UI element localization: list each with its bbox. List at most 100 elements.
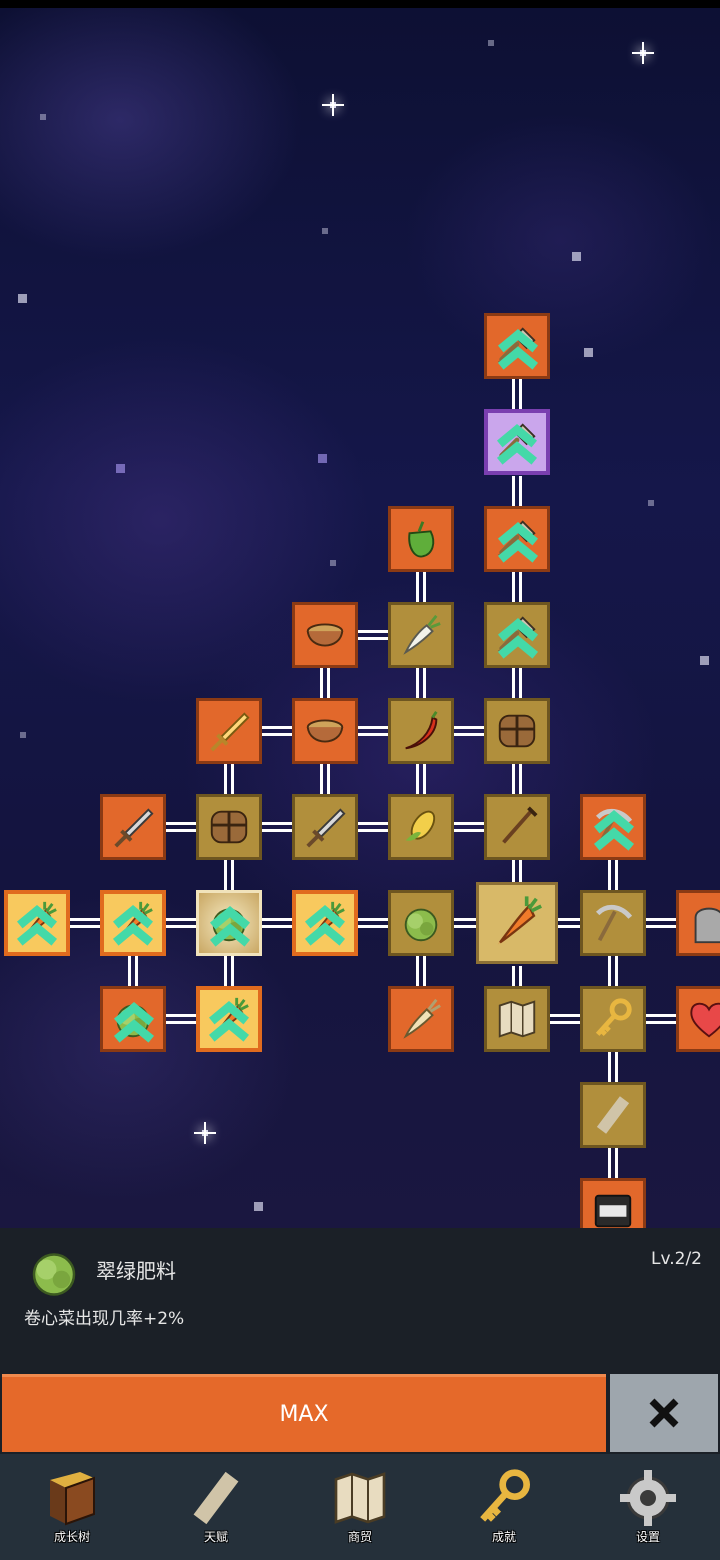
connector — [608, 1148, 618, 1182]
skill-node-cabbage[interactable] — [388, 890, 454, 956]
skill-node-shovel[interactable] — [484, 313, 550, 379]
max-label: MAX — [279, 1402, 329, 1427]
close-button[interactable] — [610, 1374, 718, 1452]
skill-node-golden-sword[interactable] — [196, 698, 262, 764]
skill-node-shovel[interactable] — [484, 506, 550, 572]
star — [572, 252, 581, 261]
connector — [512, 764, 522, 796]
cabbage-icon — [24, 1242, 84, 1302]
max-button[interactable]: MAX — [2, 1374, 606, 1452]
skill-node-shovel[interactable] — [484, 602, 550, 668]
skill-node-rake[interactable] — [484, 794, 550, 860]
star — [20, 732, 26, 738]
nav-label: 成长树 — [53, 1530, 90, 1544]
skill-node-sword[interactable] — [100, 794, 166, 860]
connector — [224, 764, 234, 796]
star — [330, 560, 336, 566]
skill-node-carrot[interactable] — [292, 890, 358, 956]
connector — [68, 918, 102, 928]
connector — [512, 668, 522, 700]
connector — [356, 630, 390, 640]
skill-node-carrot-root[interactable] — [476, 882, 558, 964]
skill-node-carrot[interactable] — [100, 890, 166, 956]
connector — [644, 918, 680, 928]
scroll-icon — [184, 1464, 248, 1532]
skill-node-carrot[interactable] — [4, 890, 70, 956]
skill-node-chest[interactable] — [196, 794, 262, 860]
upgrade-arrow-icon — [495, 326, 541, 372]
upgrade-arrow-icon — [206, 998, 252, 1044]
star — [18, 294, 27, 303]
skill-node-cabbage-selected[interactable] — [196, 890, 262, 956]
chest-icon — [206, 804, 252, 850]
wooden-bowl-icon — [302, 612, 348, 658]
connector — [320, 764, 330, 796]
skill-node-daikon-radish[interactable] — [388, 602, 454, 668]
daikon-radish-icon — [398, 612, 444, 658]
sword-icon — [302, 804, 348, 850]
nav-label: 商贸 — [347, 1530, 372, 1544]
connector — [260, 918, 294, 928]
skill-node-carrot[interactable] — [196, 986, 262, 1052]
close-icon — [649, 1398, 679, 1428]
skill-node-bell-pepper[interactable] — [388, 506, 454, 572]
skill-description: 卷心菜出现几率+2% — [24, 1309, 185, 1329]
key-icon — [590, 996, 636, 1042]
skill-node-shovel[interactable] — [484, 409, 550, 475]
star — [194, 1122, 216, 1144]
connector — [260, 822, 294, 832]
connector — [608, 1052, 618, 1086]
nav-trade[interactable]: 商贸 — [300, 1454, 420, 1560]
skill-node-tombstone[interactable] — [676, 890, 720, 956]
connector — [644, 1014, 680, 1024]
nav-achievements[interactable]: 成就 — [444, 1454, 564, 1560]
connector — [416, 668, 426, 700]
nav-settings[interactable]: 设置 — [588, 1454, 708, 1560]
status-bar — [0, 0, 720, 8]
gear-icon — [616, 1464, 680, 1532]
skill-node-pickaxe[interactable] — [580, 890, 646, 956]
upgrade-arrow-icon — [14, 902, 60, 948]
nav-talent[interactable]: 天赋 — [156, 1454, 276, 1560]
connector — [416, 572, 426, 604]
skill-node-sword[interactable] — [292, 794, 358, 860]
star — [40, 114, 46, 120]
skill-node-wooden-bowl[interactable] — [292, 602, 358, 668]
skill-node-golden-key[interactable] — [580, 986, 646, 1052]
skill-node-corn[interactable] — [388, 794, 454, 860]
skill-node-chest[interactable] — [484, 698, 550, 764]
connector — [320, 668, 330, 700]
star — [632, 42, 654, 64]
upgrade-arrow-icon — [302, 902, 348, 948]
skill-node-scroll[interactable] — [580, 1082, 646, 1148]
connector — [164, 1014, 198, 1024]
skill-node-chili-pepper[interactable] — [388, 698, 454, 764]
upgrade-arrow-icon — [495, 615, 541, 661]
skill-node-parsnip[interactable] — [388, 986, 454, 1052]
upgrade-arrow-icon — [207, 903, 253, 949]
connector — [452, 726, 486, 736]
skill-node-map[interactable] — [484, 986, 550, 1052]
connector — [416, 764, 426, 796]
connector — [512, 476, 522, 507]
connector — [128, 956, 138, 990]
star — [322, 94, 344, 116]
skill-node-heart[interactable] — [676, 986, 720, 1052]
connector — [608, 956, 618, 990]
upgrade-arrow-icon — [494, 421, 540, 467]
carrot-icon — [488, 894, 546, 952]
upgrade-arrow-icon — [111, 999, 157, 1045]
bottom-nav: 成长树 天赋 商贸 成就 设置 — [0, 1454, 720, 1560]
connector — [164, 918, 198, 928]
sword-icon — [110, 804, 156, 850]
scroll-icon — [590, 1092, 636, 1138]
rake-icon — [494, 804, 540, 850]
nav-growth-tree[interactable]: 成长树 — [12, 1454, 132, 1560]
key-icon — [472, 1464, 536, 1532]
skill-node-pickaxe[interactable] — [580, 794, 646, 860]
star — [116, 464, 125, 473]
skill-node-cash-register[interactable] — [580, 1178, 646, 1230]
skill-node-wooden-bowl[interactable] — [292, 698, 358, 764]
star — [584, 348, 593, 357]
skill-node-cabbage[interactable] — [100, 986, 166, 1052]
